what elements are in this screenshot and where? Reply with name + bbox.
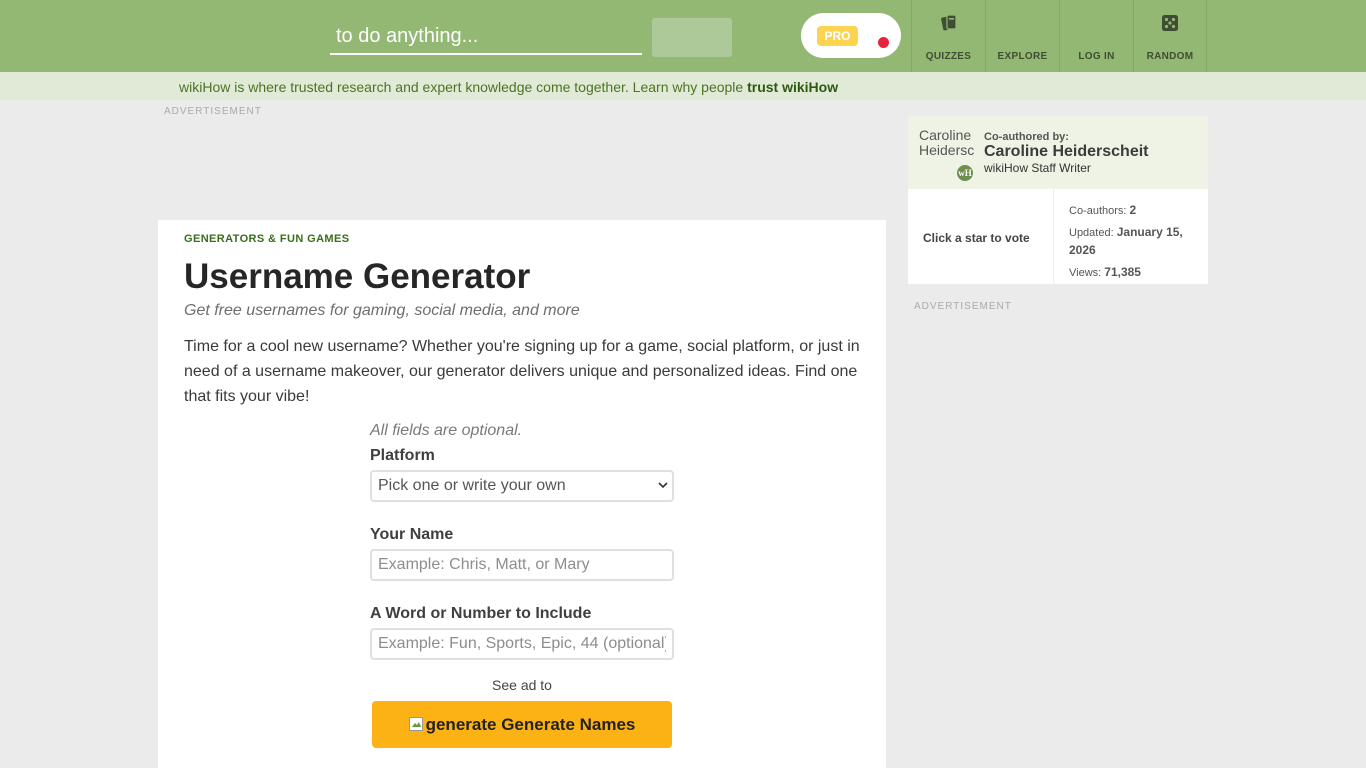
generator-form: All fields are optional. Platform Pick o… [370,421,674,748]
advertisement-label-side: ADVERTISEMENT [914,301,1012,312]
coauthors-count[interactable]: 2 [1130,203,1137,217]
updated-row: Updated: January 15, 2026 [1069,225,1183,257]
author-role: wikiHow Staff Writer [984,161,1091,175]
views-row: Views: 71,385 [1069,265,1141,279]
rating-block[interactable]: Click a star to vote [908,189,1054,284]
platform-selected-value: Pick one or write your own [378,477,566,494]
vote-prompt: Click a star to vote [923,231,1030,245]
trust-wikihow-link[interactable]: trust wikiHow [747,79,838,95]
generate-names-button[interactable]: generate Generate Names [372,701,672,748]
coauthors-row: Co-authors: 2 [1069,203,1137,217]
broken-image-icon [408,717,423,731]
word-label: A Word or Number to Include [370,605,592,622]
nav-quizzes[interactable]: QUIZZES [911,0,985,72]
generate-alt-text: generate [425,715,497,734]
wikihow-badge-icon: wH [955,163,975,183]
nav-label: RANDOM [1146,51,1194,62]
word-input[interactable] [370,628,674,660]
search-input[interactable] [330,18,642,55]
author-name[interactable]: Caroline Heiderscheit [984,143,1149,161]
nav-login[interactable]: LOG IN [1059,0,1133,72]
notification-dot [878,37,889,48]
intro-paragraph: Time for a cool new username? Whether yo… [184,338,860,405]
platform-label: Platform [370,447,435,464]
trust-message: wikiHow is where trusted research and ex… [179,79,748,95]
trust-banner: wikiHow is where trusted research and ex… [0,72,1366,100]
nav-random[interactable]: RANDOM [1133,0,1207,72]
nav-label: EXPLORE [997,51,1048,62]
name-label: Your Name [370,526,454,543]
chevron-down-icon [658,482,668,489]
quizzes-cards-icon [940,14,957,31]
nav-label: QUIZZES [925,51,972,62]
nav-explore[interactable]: EXPLORE [985,0,1059,72]
platform-select[interactable]: Pick one or write your own [370,470,674,502]
coauthored-label: Co-authored by: [984,131,1069,143]
author-block: Caroline Heiderscheit wH Co-authored by:… [908,116,1208,189]
generate-label: Generate Names [501,715,636,734]
ad-note: See ad to [492,677,552,693]
trust-text: wikiHow is where trusted research and ex… [179,79,838,95]
author-card: Caroline Heiderscheit wH Co-authored by:… [908,116,1208,284]
pro-badge: PRO [817,26,858,46]
article-card: GENERATORS & FUN GAMES Username Generato… [158,220,886,768]
views-count: 71,385 [1104,265,1141,279]
optional-note: All fields are optional. [370,422,523,439]
advertisement-label: ADVERTISEMENT [164,106,262,117]
dice-icon [1162,15,1178,31]
page-subtitle: Get free usernames for gaming, social me… [184,302,580,319]
article-meta: Co-authors: 2 Updated: January 15, 2026 … [1069,202,1199,282]
avatar-alt-text: Caroline Heiderscheit [919,128,975,158]
category-link[interactable]: GENERATORS & FUN GAMES [184,233,349,245]
name-input[interactable] [370,549,674,581]
nav-label: LOG IN [1078,51,1115,62]
search-button[interactable] [652,18,732,57]
top-header: PRO QUIZZES EXPLORE LOG IN RANDOM [0,0,1366,72]
pro-toggle[interactable]: PRO [801,13,901,58]
page-title: Username Generator [184,257,531,296]
